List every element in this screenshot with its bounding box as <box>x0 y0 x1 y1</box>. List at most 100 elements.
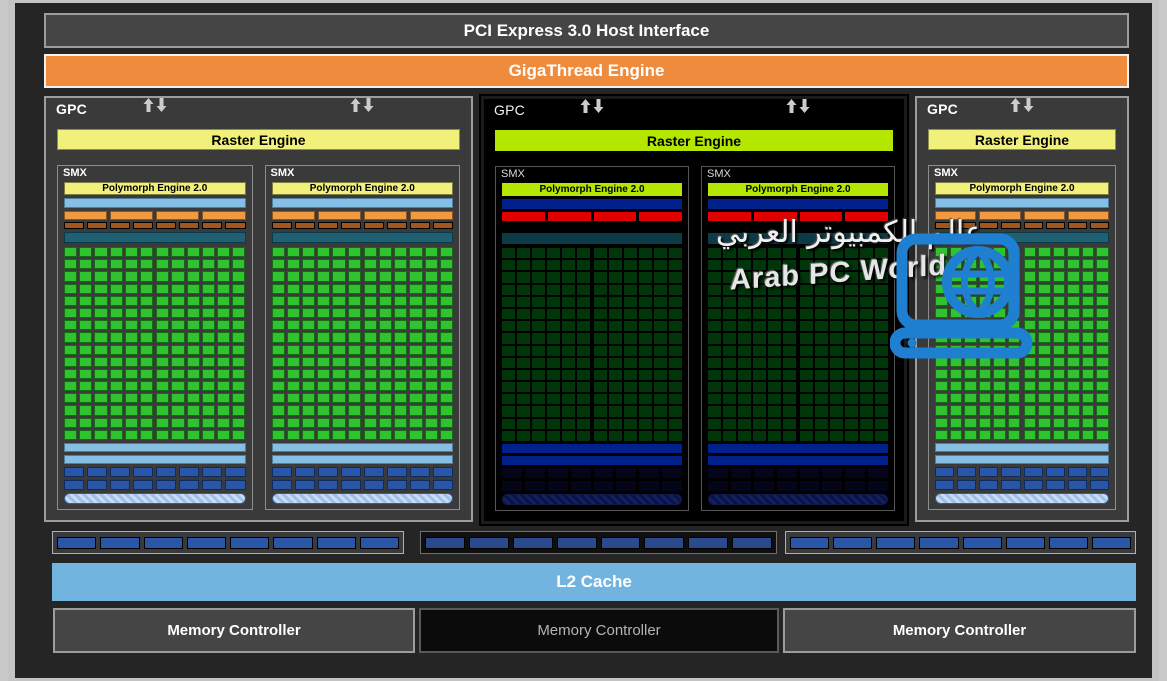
cuda-core <box>502 346 515 356</box>
cuda-core <box>753 358 766 368</box>
cuda-core <box>425 259 438 269</box>
cuda-core <box>348 418 361 428</box>
rop-unit <box>425 537 465 549</box>
register-file-bar <box>708 233 888 244</box>
cuda-core <box>738 297 751 307</box>
cuda-core-row <box>708 248 888 258</box>
cuda-core <box>723 285 736 295</box>
cuda-core-half <box>502 419 591 429</box>
cuda-core <box>517 394 530 404</box>
cuda-core <box>800 431 813 441</box>
cuda-core <box>394 296 407 306</box>
cuda-core <box>425 418 438 428</box>
cuda-core <box>723 394 736 404</box>
dispatch-unit <box>708 223 728 230</box>
texture-unit <box>594 468 614 478</box>
cuda-core <box>669 346 682 356</box>
cuda-core <box>800 370 813 380</box>
cuda-core-half <box>64 320 153 330</box>
smx-block: SMXPolymorph Engine 2.0 <box>495 166 689 511</box>
cuda-core <box>738 358 751 368</box>
cuda-core <box>94 405 107 415</box>
cuda-core <box>287 369 300 379</box>
cuda-core <box>272 296 285 306</box>
cuda-core-grid <box>502 248 682 441</box>
cuda-core-row <box>502 346 682 356</box>
cuda-core <box>125 345 138 355</box>
cuda-core <box>1008 332 1021 342</box>
cuda-core <box>140 320 153 330</box>
cuda-core <box>171 296 184 306</box>
cuda-core <box>594 406 607 416</box>
cuda-core-half <box>800 370 889 380</box>
cuda-core <box>935 308 948 318</box>
cuda-core <box>217 345 230 355</box>
cuda-core <box>1082 320 1095 330</box>
cuda-core <box>547 321 560 331</box>
cuda-core <box>287 271 300 281</box>
cuda-core <box>815 370 828 380</box>
cuda-core <box>517 431 530 441</box>
cuda-core <box>609 406 622 416</box>
texture-unit <box>639 468 659 478</box>
cuda-core <box>547 406 560 416</box>
gpu-chip-diagram: PCI Express 3.0 Host Interface GigaThrea… <box>8 0 1159 681</box>
cuda-core-half <box>64 332 153 342</box>
cuda-core <box>517 321 530 331</box>
cuda-core <box>845 358 858 368</box>
smx-block: SMXPolymorph Engine 2.0 <box>57 165 253 510</box>
cuda-core <box>125 381 138 391</box>
cuda-core <box>302 405 315 415</box>
warp-scheduler-row <box>272 211 454 220</box>
cuda-core <box>1024 357 1037 367</box>
cuda-core <box>594 248 607 258</box>
polymorph-engine-bar: Polymorph Engine 2.0 <box>935 182 1109 195</box>
cuda-core <box>187 247 200 257</box>
cuda-core <box>1096 418 1109 428</box>
cuda-core-half <box>272 393 361 403</box>
cuda-core <box>875 382 888 392</box>
cuda-core <box>379 357 392 367</box>
cuda-core <box>723 321 736 331</box>
cuda-core <box>639 248 652 258</box>
cuda-core-half <box>364 296 453 306</box>
cuda-core-half <box>594 431 683 441</box>
cuda-core <box>348 345 361 355</box>
cuda-core <box>502 248 515 258</box>
cuda-core <box>348 430 361 440</box>
cuda-core <box>609 321 622 331</box>
cuda-core <box>156 418 169 428</box>
cuda-core <box>202 284 215 294</box>
cuda-core <box>723 419 736 429</box>
cuda-core <box>94 345 107 355</box>
cuda-core <box>800 358 813 368</box>
cuda-core <box>156 405 169 415</box>
cuda-core <box>364 271 377 281</box>
cuda-core <box>156 332 169 342</box>
cuda-core <box>783 297 796 307</box>
cuda-core <box>217 284 230 294</box>
cuda-core-half <box>364 320 453 330</box>
cuda-core <box>217 369 230 379</box>
cuda-core-half <box>594 419 683 429</box>
cuda-core <box>639 272 652 282</box>
cuda-core <box>110 332 123 342</box>
rop-unit <box>187 537 226 549</box>
cuda-core <box>815 321 828 331</box>
cuda-core-row <box>935 320 1109 330</box>
cuda-core <box>302 393 315 403</box>
cuda-core <box>348 259 361 269</box>
cuda-core <box>79 308 92 318</box>
warp-scheduler <box>639 212 682 221</box>
cuda-core <box>768 419 781 429</box>
cuda-core <box>532 431 545 441</box>
texture-cache-bar <box>708 494 888 505</box>
cuda-core <box>1067 296 1080 306</box>
cuda-core <box>708 346 721 356</box>
cuda-core-half <box>364 381 453 391</box>
cuda-core-half <box>502 309 591 319</box>
rop-unit <box>1049 537 1088 549</box>
cuda-core-half <box>594 394 683 404</box>
cuda-core-half <box>64 405 153 415</box>
dispatch-unit-row <box>64 222 246 229</box>
